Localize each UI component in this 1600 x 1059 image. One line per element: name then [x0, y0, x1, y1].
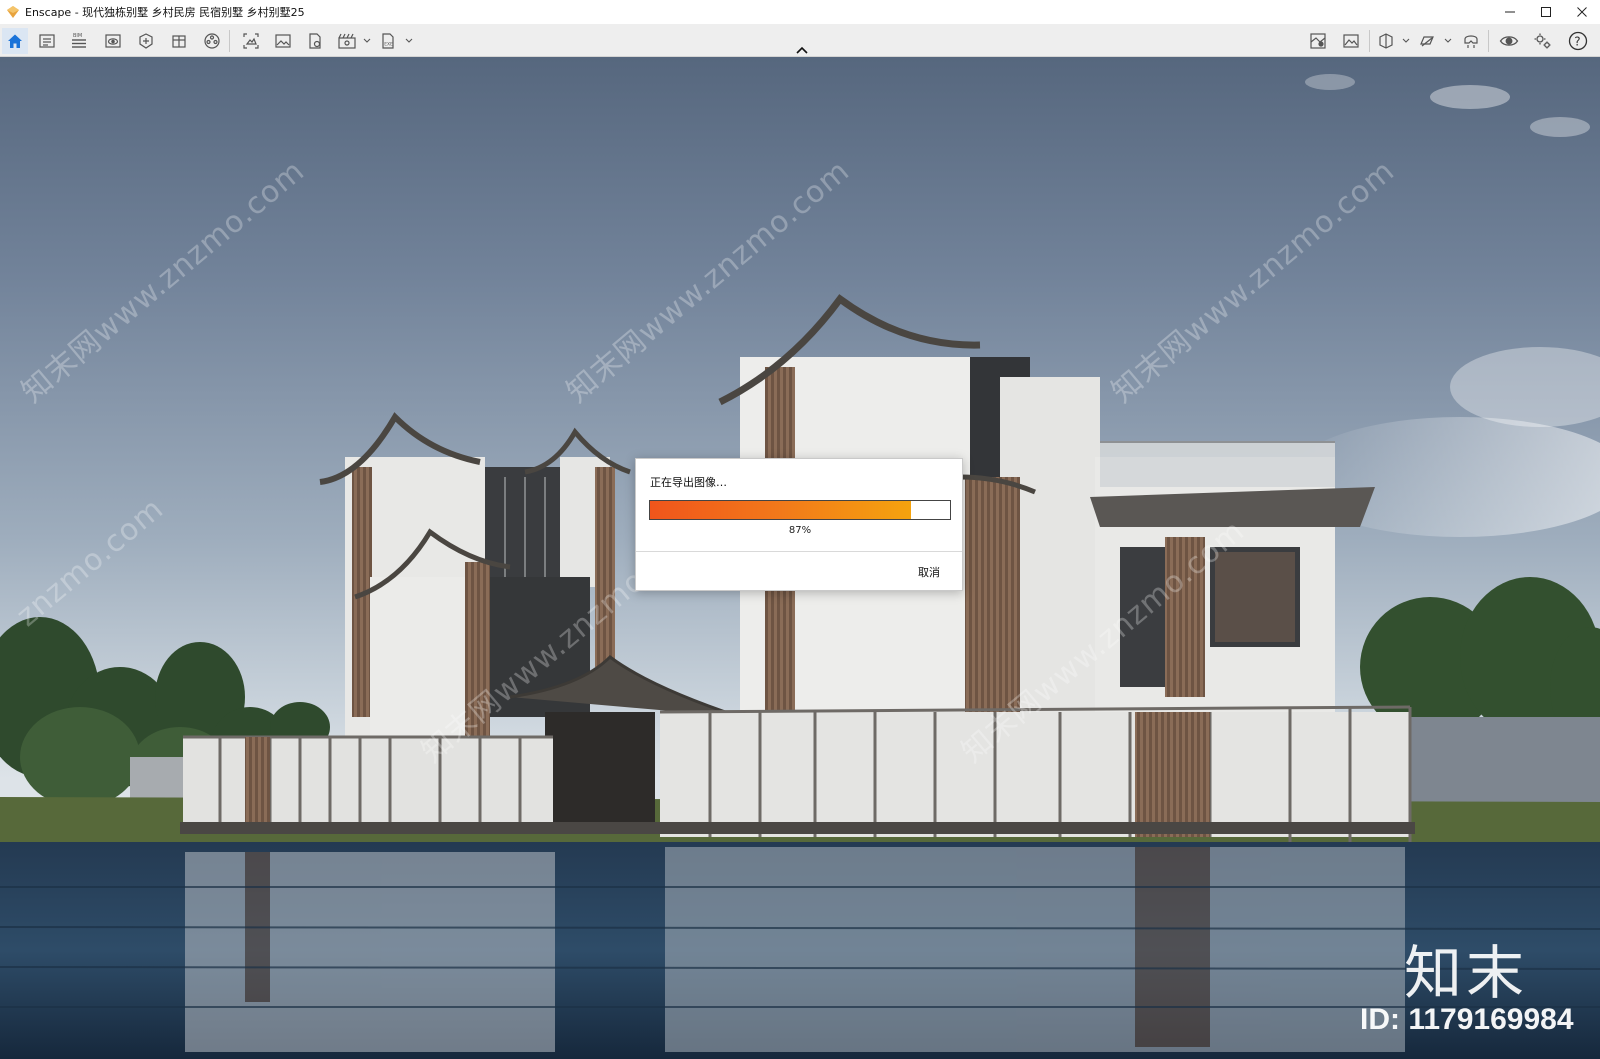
- minimize-icon[interactable]: [1492, 0, 1528, 24]
- screenshot-icon[interactable]: [238, 28, 264, 54]
- view-icon[interactable]: [100, 28, 126, 54]
- eye-icon[interactable]: [1496, 28, 1522, 54]
- map-icon[interactable]: [1305, 28, 1331, 54]
- home-icon[interactable]: [2, 28, 28, 54]
- chevron-down-icon[interactable]: [362, 36, 372, 46]
- close-icon[interactable]: [1564, 0, 1600, 24]
- orthographic-icon[interactable]: [1414, 28, 1440, 54]
- image-id-watermark: ID: 1179169984: [1360, 1003, 1574, 1036]
- panorama-icon[interactable]: [302, 28, 328, 54]
- export-exe-icon[interactable]: EXE: [375, 28, 401, 54]
- asset-library-icon[interactable]: [133, 28, 159, 54]
- window-title: Enscape - 现代独栋别墅 乡村民房 民宿别墅 乡村别墅25: [25, 6, 305, 19]
- progress-percent: 87%: [788, 525, 812, 536]
- help-icon[interactable]: ?: [1565, 28, 1591, 54]
- video-editor-icon[interactable]: [199, 28, 225, 54]
- export-progress-dialog: 正在导出图像… 87% 取消: [635, 458, 963, 591]
- cancel-button[interactable]: 取消: [918, 564, 940, 580]
- collapse-toolbar-icon[interactable]: [795, 44, 809, 56]
- export-video-icon[interactable]: [334, 28, 360, 54]
- maximize-icon[interactable]: [1528, 0, 1564, 24]
- svg-text:EXE: EXE: [384, 42, 393, 48]
- vr-headset-icon[interactable]: [1458, 28, 1484, 54]
- svg-text:BIM: BIM: [73, 33, 82, 39]
- material-editor-icon[interactable]: [166, 28, 192, 54]
- enscape-logo-icon: [6, 5, 20, 19]
- progress-bar-fill: [650, 501, 911, 519]
- chevron-down-icon[interactable]: [1443, 36, 1453, 46]
- gallery-icon[interactable]: [1338, 28, 1364, 54]
- bim-list-icon[interactable]: BIM: [66, 28, 92, 54]
- chevron-down-icon[interactable]: [404, 36, 414, 46]
- svg-text:?: ?: [1574, 35, 1580, 49]
- title-bar: Enscape - 现代独栋别墅 乡村民房 民宿别墅 乡村别墅25: [0, 0, 1600, 24]
- dialog-divider: [636, 551, 962, 552]
- progress-bar: [649, 500, 951, 520]
- view-mode-icon[interactable]: [1373, 28, 1399, 54]
- dialog-title: 正在导出图像…: [650, 476, 727, 489]
- brand-watermark: 知末: [1404, 939, 1529, 1007]
- settings-sheet-icon[interactable]: [34, 28, 60, 54]
- gears-icon[interactable]: [1530, 28, 1556, 54]
- batch-render-icon[interactable]: [270, 28, 296, 54]
- chevron-down-icon[interactable]: [1401, 36, 1411, 46]
